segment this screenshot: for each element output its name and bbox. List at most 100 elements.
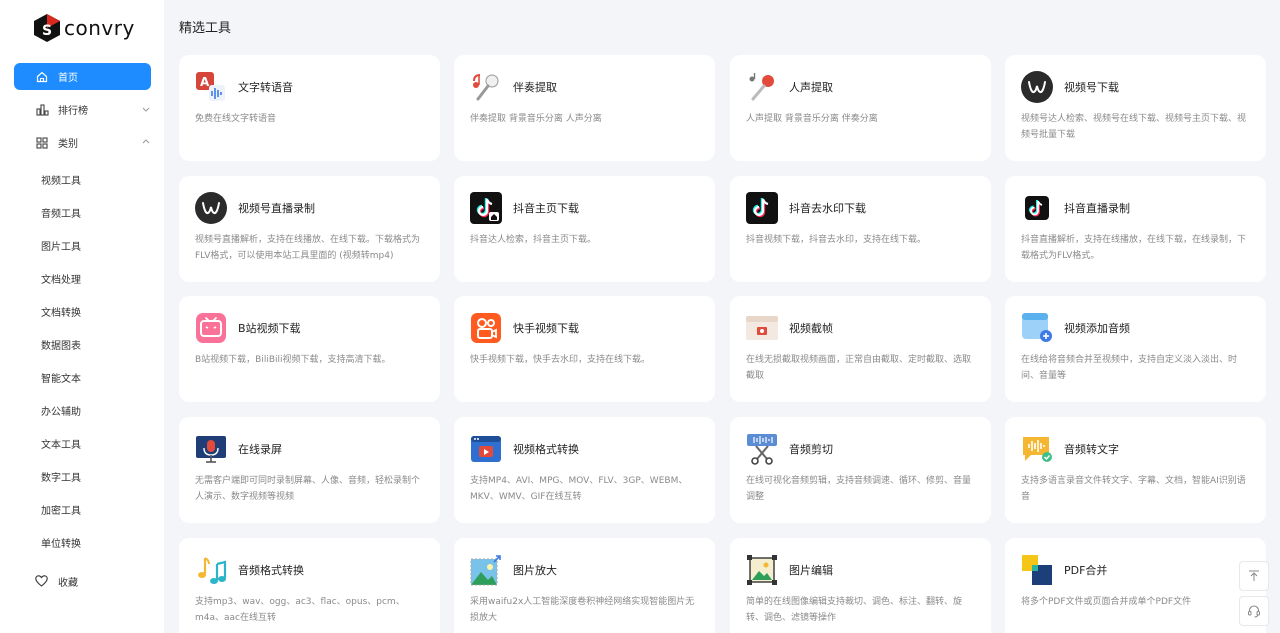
kuaishou-icon xyxy=(470,312,502,344)
tool-card[interactable]: 音频转文字 支持多语言录音文件转文字、字幕、文档，智能AI识别语音 xyxy=(1005,417,1266,523)
tool-card[interactable]: 视频格式转换 支持MP4、AVI、MPG、MOV、FLV、3GP、WEBM、MKV… xyxy=(454,417,715,523)
category-item[interactable]: 文本工具 xyxy=(41,437,81,470)
nav-category-label: 类别 xyxy=(58,139,78,150)
tool-card[interactable]: 视频号直播录制视频号直播解析，支持在线播放、在线下载。下载格式为FLV格式，可以… xyxy=(179,176,440,282)
tool-card-title: 文字转语音 xyxy=(238,81,293,94)
category-item[interactable]: 加密工具 xyxy=(41,503,81,536)
category-item[interactable]: 视频工具 xyxy=(41,173,81,206)
tool-card[interactable]: 视频截帧 在线无损截取视频画面，正常自由截取、定时截取、选取截取 xyxy=(730,296,991,402)
back-to-top-button[interactable] xyxy=(1239,561,1269,591)
video-convert-icon xyxy=(470,433,502,465)
tool-card-description: 支持mp3、wav、ogg、ac3、flac、opus、pcm、m4a、aac在… xyxy=(195,597,405,623)
tool-card[interactable]: 图片编辑 简单的在线图像编辑支持裁切、调色、标注、翻转、旋转、调色、滤镜等操作 xyxy=(730,538,991,633)
tool-card[interactable]: 图片放大采用waifu2x人工智能深度卷积神经网络实现智能图片无损放大 xyxy=(454,538,715,633)
tool-card-description: 无需客户端即可同时录制屏幕、人像、音频，轻松录制个人演示、数字视频等视频 xyxy=(195,476,421,502)
tool-card-description: 抖音视频下载，抖音去水印，支持在线下载。 xyxy=(746,235,927,245)
tool-card-title: 抖音去水印下载 xyxy=(789,202,866,215)
convry-logo-icon: S xyxy=(33,13,61,43)
tool-card-title: 视频号下载 xyxy=(1064,81,1119,94)
logo[interactable]: S convry xyxy=(33,12,135,44)
tool-card[interactable]: 在线录屏无需客户端即可同时录制屏幕、人像、音频，轻松录制个人演示、数字视频等视频 xyxy=(179,417,440,523)
sidebar: S convry 首页 排行榜 类别 视频工具 音频工具 图片工具 文档处理 文… xyxy=(0,0,164,633)
channels-icon xyxy=(195,192,227,224)
tool-card-title: 在线录屏 xyxy=(238,443,282,456)
nav-favorites[interactable]: 收藏 xyxy=(35,574,78,589)
tool-card-title: 视频添加音频 xyxy=(1064,322,1130,335)
tool-card-title: 图片编辑 xyxy=(789,564,833,577)
tool-card-description: 抖音直播解析，支持在线播放，在线下载，在线录制，下载格式为FLV格式。 xyxy=(1021,235,1247,261)
tool-card-description: 快手视频下载，快手去水印，支持在线下载。 xyxy=(470,355,651,365)
arrow-up-icon xyxy=(1249,570,1259,581)
tool-card[interactable]: 人声提取 人声提取 背景音乐分离 伴奏分离 xyxy=(730,55,991,161)
tool-card-description: 在线无损截取视频画面，正常自由截取、定时截取、选取截取 xyxy=(746,355,972,381)
video-add-audio-icon xyxy=(1021,312,1053,344)
category-item[interactable]: 数字工具 xyxy=(41,470,81,503)
douyin-home-icon xyxy=(470,192,502,224)
tool-card[interactable]: 视频添加音频在线给将音频合并至视频中，支持自定义淡入淡出、时间、音量等 xyxy=(1005,296,1266,402)
tool-card[interactable]: A 文字转语音免费在线文字转语音 xyxy=(179,55,440,161)
tool-card-title: 视频号直播录制 xyxy=(238,202,315,215)
category-item[interactable]: 数据图表 xyxy=(41,338,81,371)
tool-card-title: 音频格式转换 xyxy=(238,564,304,577)
chevron-down-icon xyxy=(141,104,151,114)
tool-card-title: 抖音主页下载 xyxy=(513,202,579,215)
svg-text:S: S xyxy=(42,23,52,39)
nav-favorites-label: 收藏 xyxy=(58,578,78,589)
tool-card-title: 音频剪切 xyxy=(789,443,833,456)
main-nav: 首页 排行榜 类别 xyxy=(14,63,151,162)
screen-record-icon xyxy=(195,433,227,465)
douyin-live-icon xyxy=(1021,192,1053,224)
tool-card[interactable]: B站视频下载 B站视频下载，BiliBili视频下载，支持高清下载。 xyxy=(179,296,440,402)
tool-card-description: 支持MP4、AVI、MPG、MOV、FLV、3GP、WEBM、MKV、WMV、G… xyxy=(470,476,688,502)
tool-card[interactable]: 抖音去水印下载抖音视频下载，抖音去水印，支持在线下载。 xyxy=(730,176,991,282)
tool-card[interactable]: 快手视频下载快手视频下载，快手去水印，支持在线下载。 xyxy=(454,296,715,402)
heart-icon xyxy=(35,574,49,589)
tool-card-description: 将多个PDF文件或页面合并成单个PDF文件 xyxy=(1021,597,1192,607)
section-title: 精选工具 xyxy=(179,21,232,36)
nav-ranking[interactable]: 排行榜 xyxy=(14,96,151,123)
customer-service-button[interactable] xyxy=(1239,596,1269,626)
tool-card-title: 快手视频下载 xyxy=(513,322,579,335)
pdf-merge-icon xyxy=(1021,554,1053,586)
accompaniment-icon xyxy=(470,71,502,103)
category-item[interactable]: 音频工具 xyxy=(41,206,81,239)
image-upscale-icon xyxy=(470,554,502,586)
tool-card[interactable]: 抖音主页下载 抖音达人检索，抖音主页下载。 xyxy=(454,176,715,282)
category-item[interactable]: 办公辅助 xyxy=(41,404,81,437)
category-item[interactable]: 文档转换 xyxy=(41,305,81,338)
audio-to-text-icon xyxy=(1021,433,1053,465)
tool-card-description: 采用waifu2x人工智能深度卷积神经网络实现智能图片无损放大 xyxy=(470,597,695,623)
tool-card-title: B站视频下载 xyxy=(238,322,301,335)
tool-card[interactable]: 视频号下载 视频号达人检索、视频号在线下载、视频号主页下载、视频号批量下载 xyxy=(1005,55,1266,161)
tool-card-description: 免费在线文字转语音 xyxy=(195,114,277,124)
nav-home[interactable]: 首页 xyxy=(14,63,151,90)
nav-category[interactable]: 类别 xyxy=(14,129,151,156)
svg-text:A: A xyxy=(200,75,210,89)
channels-icon xyxy=(1021,71,1053,103)
category-item[interactable]: 智能文本 xyxy=(41,371,81,404)
tool-card-description: 伴奏提取 背景音乐分离 人声分离 xyxy=(470,114,602,124)
tool-card-title: PDF合并 xyxy=(1064,564,1108,577)
bar-chart-icon xyxy=(35,103,49,117)
tool-card-title: 图片放大 xyxy=(513,564,557,577)
tool-card[interactable]: 音频剪切 在线可视化音频剪辑，支持音频调速、循环、修剪、音量调整 xyxy=(730,417,991,523)
grid-icon xyxy=(35,136,49,150)
category-item[interactable]: 单位转换 xyxy=(41,536,81,569)
tool-card-description: B站视频下载，BiliBili视频下载，支持高清下载。 xyxy=(195,355,391,365)
category-item[interactable]: 图片工具 xyxy=(41,239,81,272)
brand-name: convry xyxy=(64,16,135,40)
tool-card-description: 在线给将音频合并至视频中，支持自定义淡入淡出、时间、音量等 xyxy=(1021,355,1238,381)
tool-card[interactable]: 伴奏提取伴奏提取 背景音乐分离 人声分离 xyxy=(454,55,715,161)
category-list: 视频工具 音频工具 图片工具 文档处理 文档转换 数据图表 智能文本 办公辅助 文本工具 数字工具… xyxy=(41,173,81,569)
tool-card-title: 伴奏提取 xyxy=(513,81,557,94)
tool-card[interactable]: 抖音直播录制 抖音直播解析，支持在线播放，在线下载，在线录制，下载格式为FLV格式… xyxy=(1005,176,1266,282)
music-note-icon xyxy=(195,554,227,586)
category-item[interactable]: 文档处理 xyxy=(41,272,81,305)
text-to-speech-icon: A xyxy=(195,71,227,103)
tool-card-description: 视频号直播解析，支持在线播放、在线下载。下载格式为FLV格式，可以使用本站工具里… xyxy=(195,235,421,261)
nav-home-label: 首页 xyxy=(58,73,78,84)
audio-cut-icon xyxy=(746,433,778,465)
douyin-icon xyxy=(746,192,778,224)
tool-card[interactable]: 音频格式转换支持mp3、wav、ogg、ac3、flac、opus、pcm、m4… xyxy=(179,538,440,633)
tool-card[interactable]: PDF合并将多个PDF文件或页面合并成单个PDF文件 xyxy=(1005,538,1266,633)
